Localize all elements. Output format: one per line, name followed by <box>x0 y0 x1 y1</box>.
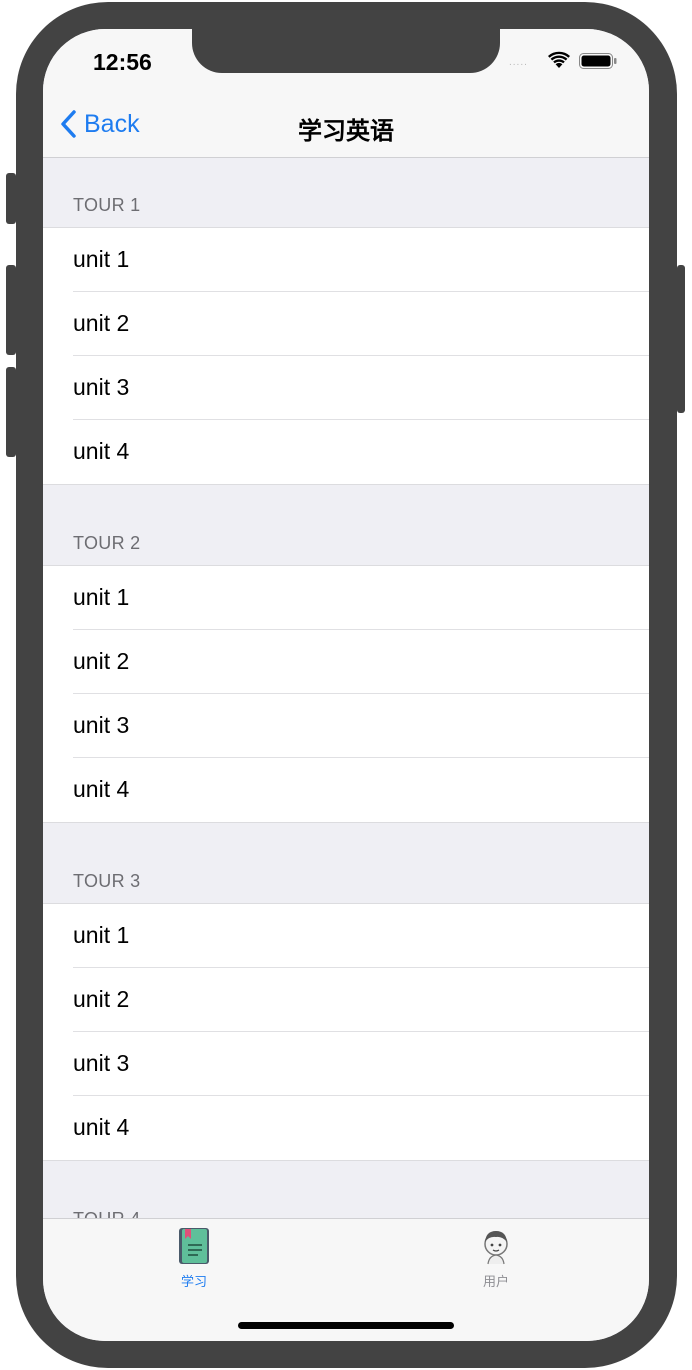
list-item-label: unit 1 <box>73 246 130 272</box>
list-item-label: unit 4 <box>73 1114 130 1140</box>
list-item-label: unit 3 <box>73 374 130 400</box>
section: TOUR 2 unit 1 unit 2 unit 3 unit 4 <box>43 485 649 823</box>
section: TOUR 1 unit 1 unit 2 unit 3 unit 4 <box>43 158 649 485</box>
list-item[interactable]: unit 1 <box>43 566 649 630</box>
user-avatar-icon <box>484 1231 508 1265</box>
list-item[interactable]: unit 3 <box>43 356 649 420</box>
mute-switch <box>6 173 16 224</box>
screen: 12:56 ..... Back 学习英语 TOUR 1 unit 1 unit… <box>43 29 649 1341</box>
list-item-label: unit 4 <box>73 438 130 464</box>
page-title: 学习英语 <box>298 118 394 145</box>
tab-label: 学习 <box>180 1274 207 1289</box>
list-item-label: unit 1 <box>73 922 130 948</box>
navigation-bar: Back 学习英语 <box>43 85 649 158</box>
list-item[interactable]: unit 1 <box>43 228 649 292</box>
list-item[interactable]: unit 3 <box>43 1032 649 1096</box>
list-item[interactable]: unit 4 <box>43 1096 649 1160</box>
home-indicator[interactable] <box>238 1322 454 1329</box>
list-item-label: unit 3 <box>73 1050 130 1076</box>
list-item[interactable]: unit 2 <box>43 630 649 694</box>
status-time: 12:56 <box>93 49 152 75</box>
section-body: unit 1 unit 2 unit 3 unit 4 <box>43 565 649 823</box>
section-header: TOUR 1 <box>43 158 649 227</box>
power-button <box>677 265 685 413</box>
list-item[interactable]: unit 1 <box>43 904 649 968</box>
section-header: TOUR 3 <box>43 823 649 903</box>
signal-dots-icon: ..... <box>509 57 528 68</box>
tab-label: 用户 <box>482 1274 509 1289</box>
list-item[interactable]: unit 2 <box>43 968 649 1032</box>
tab-user[interactable]: 用户 <box>456 1227 536 1289</box>
volume-down-button <box>6 367 16 457</box>
tab-study[interactable]: 学习 <box>154 1227 234 1289</box>
section: TOUR 3 unit 1 unit 2 unit 3 unit 4 <box>43 823 649 1161</box>
list-item-label: unit 4 <box>73 776 130 802</box>
list-item-label: unit 2 <box>73 310 130 336</box>
list-item-label: unit 2 <box>73 986 130 1012</box>
list-item[interactable]: unit 4 <box>43 420 649 484</box>
section-body: unit 1 unit 2 unit 3 unit 4 <box>43 227 649 485</box>
tab-bar: 学习 用户 <box>43 1218 649 1341</box>
list-item-label: unit 3 <box>73 712 130 738</box>
battery-icon <box>579 53 617 69</box>
section-header: TOUR 2 <box>43 485 649 565</box>
list-item[interactable]: unit 3 <box>43 694 649 758</box>
section: TOUR 4 <box>43 1161 649 1218</box>
list-item[interactable]: unit 4 <box>43 758 649 822</box>
section-header: TOUR 4 <box>43 1161 649 1218</box>
list-item-label: unit 2 <box>73 648 130 674</box>
wifi-icon <box>548 51 570 68</box>
unit-list[interactable]: TOUR 1 unit 1 unit 2 unit 3 unit 4 TOUR … <box>43 158 649 1218</box>
list-item-label: unit 1 <box>73 584 130 610</box>
phone-frame: 12:56 ..... Back 学习英语 TOUR 1 unit 1 unit… <box>16 2 677 1368</box>
volume-up-button <box>6 265 16 355</box>
section-body: unit 1 unit 2 unit 3 unit 4 <box>43 903 649 1161</box>
book-icon <box>179 1228 209 1264</box>
list-item[interactable]: unit 2 <box>43 292 649 356</box>
notch <box>192 29 500 73</box>
